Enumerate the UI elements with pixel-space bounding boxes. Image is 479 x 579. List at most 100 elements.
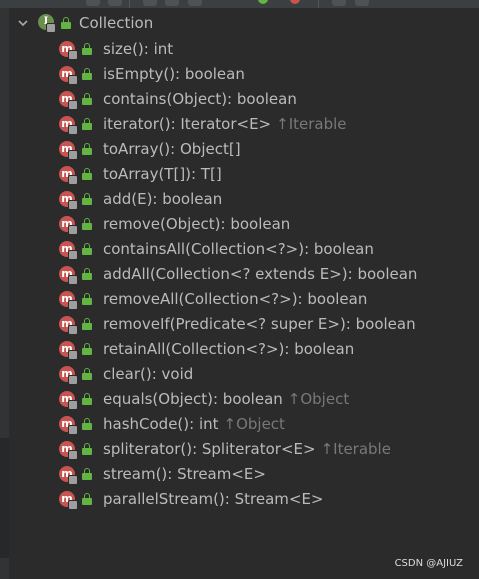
method-signature: toArray(): Object[] xyxy=(103,139,241,159)
method-item[interactable]: m toArray(): Object[] xyxy=(9,137,469,162)
public-lock-icon xyxy=(82,443,92,455)
watermark: CSDN @AJIUZ xyxy=(394,558,463,569)
pin-icon xyxy=(68,250,78,260)
pin-icon xyxy=(68,200,78,210)
method-signature: remove(Object): boolean xyxy=(103,214,290,234)
method-icon: m xyxy=(59,266,78,285)
toolbar-button[interactable] xyxy=(332,0,346,6)
method-item[interactable]: m remove(Object): boolean xyxy=(9,212,469,237)
method-signature: isEmpty(): boolean xyxy=(103,64,245,84)
method-item[interactable]: m addAll(Collection<? extends E>): boolea… xyxy=(9,262,469,287)
method-name: isEmpty(): boolean xyxy=(103,65,245,83)
left-gutter xyxy=(0,8,9,579)
public-lock-icon xyxy=(61,17,71,29)
method-signature: stream(): Stream<E> xyxy=(103,464,266,484)
method-item[interactable]: m size(): int xyxy=(9,37,469,62)
pin-icon xyxy=(68,100,78,110)
method-signature: containsAll(Collection<?>): boolean xyxy=(103,239,374,259)
interface-icon: I xyxy=(38,14,56,33)
method-item[interactable]: m stream(): Stream<E> xyxy=(9,462,469,487)
pin-icon xyxy=(68,375,78,385)
method-icon: m xyxy=(59,466,78,485)
public-lock-icon xyxy=(82,243,92,255)
method-name: removeAll(Collection<?>): boolean xyxy=(103,290,368,308)
method-signature: add(E): boolean xyxy=(103,189,222,209)
method-name: hashCode(): int xyxy=(103,415,219,433)
pin-icon xyxy=(68,300,78,310)
method-signature: clear(): void xyxy=(103,364,193,384)
pin-icon xyxy=(68,500,78,510)
method-item[interactable]: m contains(Object): boolean xyxy=(9,87,469,112)
chevron-down-icon[interactable] xyxy=(16,16,30,30)
public-lock-icon xyxy=(82,93,92,105)
method-item[interactable]: m containsAll(Collection<?>): boolean xyxy=(9,237,469,262)
method-icon: m xyxy=(59,341,78,360)
method-name: spliterator(): Spliterator<E> xyxy=(103,440,316,458)
method-item[interactable]: m spliterator(): Spliterator<E> ↑Iterable xyxy=(9,437,469,462)
method-item[interactable]: m toArray(T[]): T[] xyxy=(9,162,469,187)
method-name: equals(Object): boolean xyxy=(103,390,283,408)
public-lock-icon xyxy=(82,393,92,405)
method-name: toArray(T[]): T[] xyxy=(103,165,222,183)
public-lock-icon xyxy=(82,68,92,80)
method-item[interactable]: m equals(Object): boolean ↑Object xyxy=(9,387,469,412)
inherited-from: ↑Object xyxy=(287,390,350,408)
method-name: clear(): void xyxy=(103,365,194,383)
method-item[interactable]: m hashCode(): int ↑Object xyxy=(9,412,469,437)
method-signature: retainAll(Collection<?>): boolean xyxy=(103,339,354,359)
toolbar-button[interactable] xyxy=(165,0,179,6)
method-icon: m xyxy=(59,291,78,310)
method-icon: m xyxy=(59,116,78,135)
pin-icon xyxy=(68,225,78,235)
toolbar-button[interactable] xyxy=(290,0,300,4)
toolbar-button[interactable] xyxy=(258,0,268,4)
method-icon: m xyxy=(59,241,78,260)
toolbar-button[interactable] xyxy=(108,0,122,6)
pin-icon xyxy=(68,275,78,285)
method-icon: m xyxy=(59,391,78,410)
method-item[interactable]: m retainAll(Collection<?>): boolean xyxy=(9,337,469,362)
method-name: remove(Object): boolean xyxy=(103,215,291,233)
public-lock-icon xyxy=(82,368,92,380)
pin-icon xyxy=(68,400,78,410)
public-lock-icon xyxy=(82,118,92,130)
method-icon: m xyxy=(59,91,78,110)
method-item[interactable]: m isEmpty(): boolean xyxy=(9,62,469,87)
toolbar-button[interactable] xyxy=(86,0,100,6)
method-item[interactable]: m clear(): void xyxy=(9,362,469,387)
method-name: retainAll(Collection<?>): boolean xyxy=(103,340,355,358)
method-name: toArray(): Object[] xyxy=(103,140,241,158)
pin-icon xyxy=(68,175,78,185)
toolbar-button[interactable] xyxy=(188,0,202,6)
pin-icon xyxy=(68,50,78,60)
pin-icon xyxy=(68,325,78,335)
method-item[interactable]: m removeAll(Collection<?>): boolean xyxy=(9,287,469,312)
method-icon: m xyxy=(59,441,78,460)
public-lock-icon xyxy=(82,268,92,280)
method-item[interactable]: m add(E): boolean xyxy=(9,187,469,212)
toolbar-button[interactable] xyxy=(355,0,369,6)
method-name: iterator(): Iterator<E> xyxy=(103,115,272,133)
pin-icon xyxy=(68,150,78,160)
method-signature: toArray(T[]): T[] xyxy=(103,164,222,184)
inherited-from: ↑Iterable xyxy=(320,440,391,458)
method-name: parallelStream(): Stream<E> xyxy=(103,490,324,508)
public-lock-icon xyxy=(82,318,92,330)
toolbar-button[interactable] xyxy=(143,0,157,6)
public-lock-icon xyxy=(82,193,92,205)
method-item[interactable]: m iterator(): Iterator<E> ↑Iterable xyxy=(9,112,469,137)
method-signature: hashCode(): int ↑Object xyxy=(103,414,285,434)
tree-root-collection[interactable]: I Collection xyxy=(9,13,469,33)
method-signature: iterator(): Iterator<E> ↑Iterable xyxy=(103,114,347,134)
method-name: size(): int xyxy=(103,40,174,58)
method-item[interactable]: m parallelStream(): Stream<E> xyxy=(9,487,469,512)
public-lock-icon xyxy=(82,418,92,430)
method-icon: m xyxy=(59,66,78,85)
method-signature: addAll(Collection<? extends E>): boolean xyxy=(103,264,417,284)
method-icon: m xyxy=(59,416,78,435)
toolbar-strip xyxy=(0,0,479,8)
method-icon: m xyxy=(59,316,78,335)
public-lock-icon xyxy=(82,218,92,230)
method-name: contains(Object): boolean xyxy=(103,90,297,108)
method-item[interactable]: m removeIf(Predicate<? super E>): boolean xyxy=(9,312,469,337)
